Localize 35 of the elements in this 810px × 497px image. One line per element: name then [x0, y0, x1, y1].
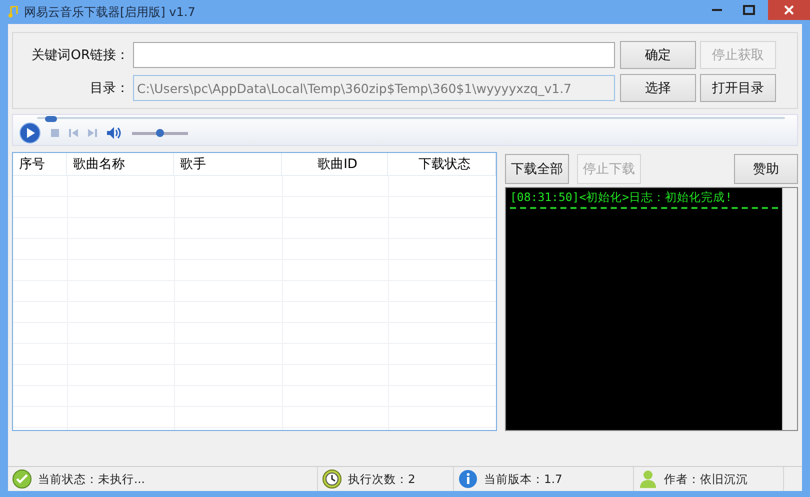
keyword-field[interactable]: [133, 42, 615, 68]
scrollbar[interactable]: [782, 188, 797, 430]
column-header[interactable]: 歌曲ID: [282, 153, 388, 176]
minimize-icon: [712, 9, 722, 11]
window-title: 网易云音乐下载器[启用版] v1.7: [24, 4, 196, 20]
status-text: 执行次数：2: [348, 472, 416, 486]
column-header[interactable]: 歌手: [174, 153, 282, 176]
play-icon[interactable]: [19, 122, 41, 144]
field-label: 关键词OR链接：: [30, 47, 129, 64]
form-button[interactable]: 选择: [620, 74, 696, 102]
directory-field[interactable]: C:\Users\pc\AppData\Local\Temp\360zip$Temp\360$1\wyyyyxzq_v1.7: [133, 75, 615, 101]
column-header[interactable]: 下载状态: [388, 153, 496, 176]
action-button[interactable]: 下载全部: [505, 154, 569, 184]
status-text: 当前版本：1.7: [484, 472, 562, 486]
music-note-icon: [8, 6, 18, 18]
field-label: 目录：: [89, 80, 129, 97]
form-button[interactable]: 确定: [620, 41, 696, 69]
status-text: 当前状态：未执行...: [38, 472, 145, 486]
checkmark-icon: [12, 469, 32, 489]
speaker-icon[interactable]: [107, 127, 122, 139]
volume-track[interactable]: [132, 132, 188, 134]
seek-thumb[interactable]: [45, 116, 58, 122]
user-icon: [638, 469, 658, 489]
form-button[interactable]: 打开目录: [700, 74, 776, 102]
info-icon: [458, 469, 478, 489]
clock-icon: [322, 469, 342, 489]
column-header[interactable]: 歌曲名称: [67, 153, 174, 176]
close-button[interactable]: [768, 0, 810, 20]
column-header[interactable]: 序号: [13, 153, 67, 176]
close-icon: [784, 5, 794, 15]
volume-thumb[interactable]: [156, 128, 164, 136]
action-button[interactable]: 赞助: [734, 154, 798, 184]
status-text: 作者：依旧沉沉: [664, 472, 748, 486]
log-line: [08:31:50]<初始化>日志：初始化完成!: [510, 190, 734, 205]
maximize-icon: [743, 5, 755, 15]
